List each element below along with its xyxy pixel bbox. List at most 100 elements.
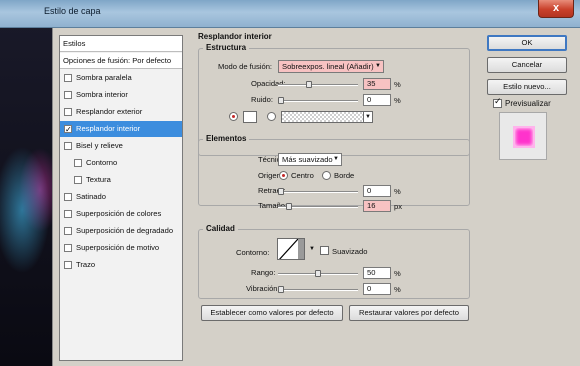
jitter-input[interactable]: 0: [363, 283, 391, 295]
title-bar: Estilo de capa x: [0, 0, 580, 28]
new-style-button[interactable]: Estilo nuevo...: [487, 79, 567, 95]
blending-options-item[interactable]: Opciones de fusión: Por defecto: [60, 53, 182, 69]
choke-unit: %: [394, 187, 401, 196]
range-slider-thumb[interactable]: [315, 270, 321, 277]
close-icon: x: [552, 2, 560, 14]
jitter-label: Vibración:: [246, 284, 280, 293]
style-item-label: Resplandor exterior: [76, 107, 143, 116]
style-preview: [499, 112, 547, 160]
noise-unit: %: [394, 96, 401, 105]
noise-slider[interactable]: [278, 97, 358, 104]
style-item-texture[interactable]: Textura: [60, 172, 182, 188]
style-item-bevel-emboss[interactable]: Bisel y relieve: [60, 138, 182, 154]
contour-picker[interactable]: [277, 238, 305, 260]
preview-checkbox[interactable]: [493, 96, 502, 108]
style-checkbox[interactable]: [64, 122, 72, 138]
style-item-label: Sombra paralela: [76, 73, 132, 82]
styles-list: Estilos Opciones de fusión: Por defecto …: [59, 35, 183, 361]
style-checkbox[interactable]: [64, 227, 72, 235]
ok-button[interactable]: OK: [487, 35, 567, 51]
choke-slider-thumb[interactable]: [278, 188, 284, 195]
gradient-picker[interactable]: ▼: [281, 111, 373, 123]
style-checkbox[interactable]: [64, 261, 72, 269]
blend-mode-value: Sobreexpos. lineal (Añadir): [282, 62, 374, 71]
style-item-label: Sombra interior: [76, 90, 128, 99]
style-item-color-overlay[interactable]: Superposición de colores: [60, 206, 182, 222]
style-item-label: Contorno: [86, 158, 118, 167]
choke-slider[interactable]: [278, 188, 358, 195]
style-item-contour[interactable]: Contorno: [60, 155, 182, 171]
style-checkbox[interactable]: [64, 244, 72, 252]
choke-input[interactable]: 0: [363, 185, 391, 197]
structure-group-label: Estructura: [203, 43, 250, 52]
style-checkbox[interactable]: [64, 91, 72, 99]
blend-mode-select[interactable]: Sobreexpos. lineal (Añadir) ▼: [278, 60, 384, 73]
style-item-inner-shadow[interactable]: Sombra interior: [60, 87, 182, 103]
opacity-input[interactable]: 35: [363, 78, 391, 90]
layer-style-dialog: Estilos Opciones de fusión: Por defecto …: [52, 28, 580, 366]
style-item-pattern-overlay[interactable]: Superposición de motivo: [60, 240, 182, 256]
opacity-slider-thumb[interactable]: [306, 81, 312, 88]
elements-group-label: Elementos: [203, 134, 250, 143]
preview-label: Previsualizar: [505, 99, 551, 108]
contour-label: Contorno:: [236, 248, 270, 257]
range-input[interactable]: 50: [363, 267, 391, 279]
style-item-stroke[interactable]: Trazo: [60, 257, 182, 273]
reset-default-button[interactable]: Restaurar valores por defecto: [349, 305, 469, 321]
style-item-satin[interactable]: Satinado: [60, 189, 182, 205]
chevron-down-icon: ▼: [333, 156, 339, 162]
quality-group-label: Calidad: [203, 224, 238, 233]
cancel-button[interactable]: Cancelar: [487, 57, 567, 73]
noise-label: Ruido:: [251, 95, 273, 104]
style-item-outer-glow[interactable]: Resplandor exterior: [60, 104, 182, 120]
source-edge-radio[interactable]: [322, 171, 331, 180]
style-checkbox[interactable]: [64, 193, 72, 201]
close-button[interactable]: x: [538, 0, 574, 18]
source-center-radio[interactable]: [279, 171, 288, 180]
range-slider[interactable]: [278, 270, 358, 277]
style-item-label: Bisel y relieve: [76, 141, 123, 150]
set-default-button[interactable]: Establecer como valores por defecto: [201, 305, 343, 321]
gradient-radio[interactable]: [267, 112, 276, 121]
technique-value: Más suavizado: [282, 155, 333, 164]
noise-slider-thumb[interactable]: [278, 97, 284, 104]
style-checkbox[interactable]: [64, 142, 72, 150]
jitter-unit: %: [394, 285, 401, 294]
source-center-label: Centro: [291, 171, 314, 180]
opacity-slider[interactable]: [278, 81, 358, 88]
style-item-label: Superposición de degradado: [76, 226, 174, 235]
style-item-label: Superposición de colores: [76, 209, 162, 218]
style-checkbox[interactable]: [64, 210, 72, 218]
size-slider-thumb[interactable]: [286, 203, 292, 210]
size-input[interactable]: 16: [363, 200, 391, 212]
preview-thumbnail: [513, 126, 535, 148]
chevron-down-icon: ▼: [363, 112, 372, 122]
jitter-slider-thumb[interactable]: [278, 286, 284, 293]
size-slider[interactable]: [278, 203, 358, 210]
chevron-down-icon: ▼: [375, 63, 381, 69]
section-title: Resplandor interior: [198, 32, 272, 41]
style-item-label: Satinado: [76, 192, 106, 201]
noise-input[interactable]: 0: [363, 94, 391, 106]
style-checkbox[interactable]: [74, 159, 82, 167]
range-unit: %: [394, 269, 401, 278]
style-item-inner-glow[interactable]: Resplandor interior: [60, 121, 182, 138]
window-title: Estilo de capa: [44, 6, 101, 16]
range-label: Rango:: [251, 268, 276, 277]
blend-mode-label: Modo de fusión:: [218, 62, 273, 71]
styles-header[interactable]: Estilos: [60, 36, 182, 52]
source-edge-label: Borde: [334, 171, 355, 180]
style-checkbox[interactable]: [74, 176, 82, 184]
antialias-checkbox[interactable]: [320, 246, 329, 255]
jitter-slider[interactable]: [278, 286, 358, 293]
chevron-down-icon[interactable]: ▼: [309, 246, 315, 252]
contour-curve-icon: [279, 239, 304, 259]
style-item-drop-shadow[interactable]: Sombra paralela: [60, 70, 182, 86]
style-checkbox[interactable]: [64, 108, 72, 116]
glow-color-swatch[interactable]: [243, 111, 257, 123]
color-radio[interactable]: [229, 112, 238, 121]
style-item-gradient-overlay[interactable]: Superposición de degradado: [60, 223, 182, 239]
opacity-unit: %: [394, 80, 401, 89]
style-checkbox[interactable]: [64, 74, 72, 82]
technique-select[interactable]: Más suavizado ▼: [278, 153, 342, 166]
